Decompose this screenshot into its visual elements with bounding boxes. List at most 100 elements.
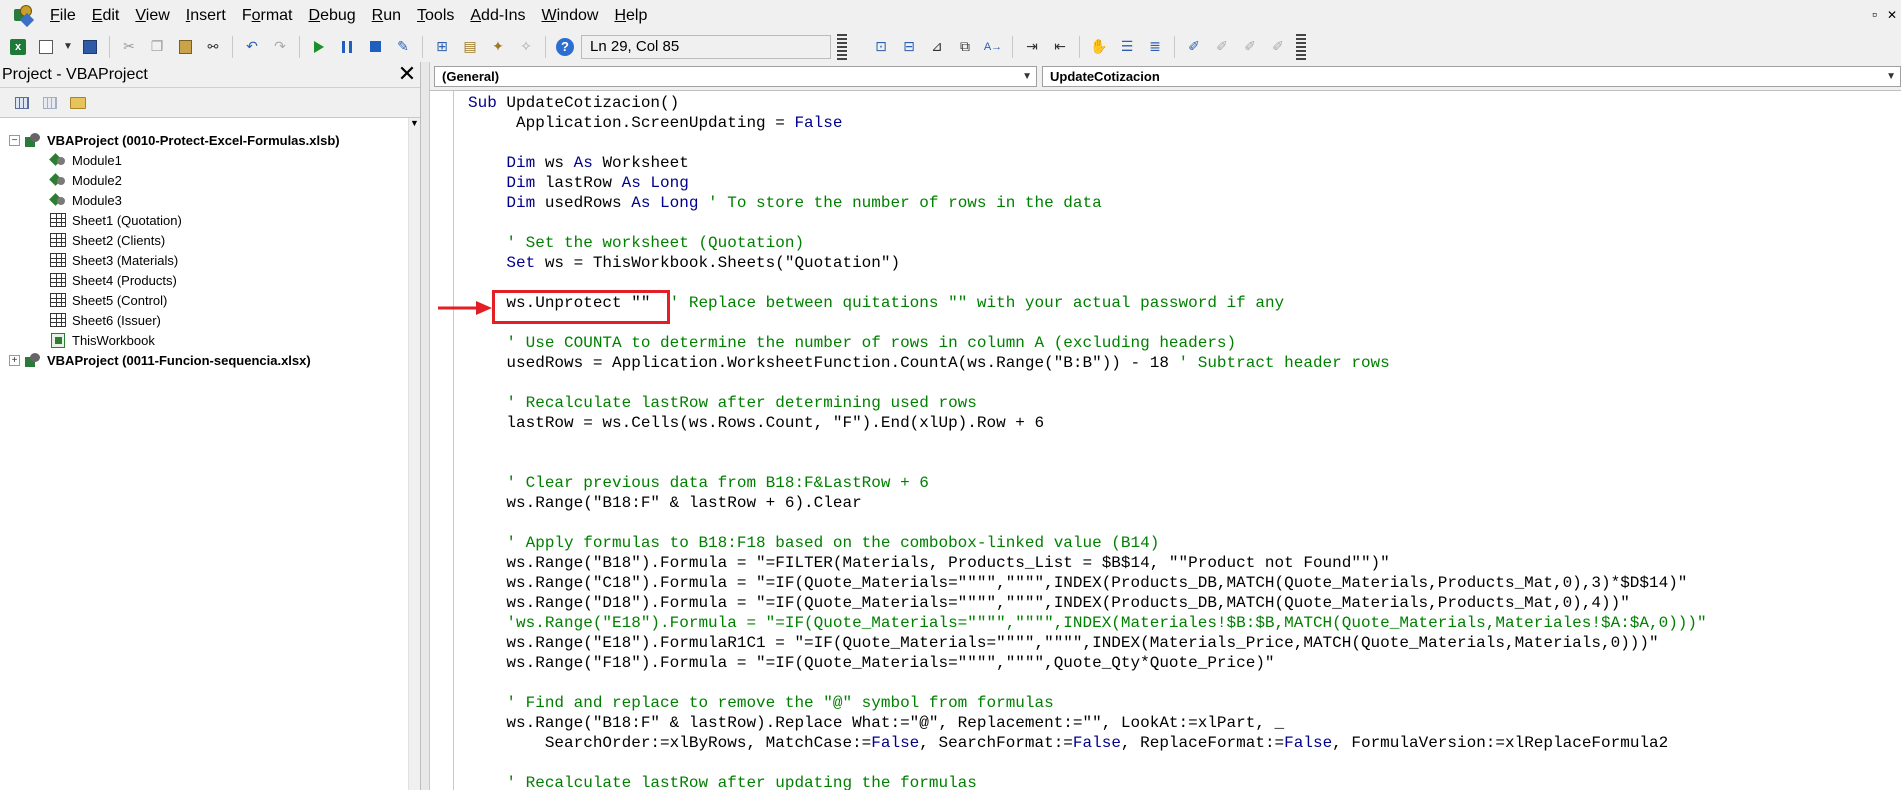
code-margin-indicator-bar[interactable]	[430, 91, 454, 790]
project-explorer-titlebar: Project - VBAProject ✕	[0, 62, 420, 88]
tree-item-module[interactable]: Module2	[0, 170, 340, 190]
tree-item-module[interactable]: Module1	[0, 150, 340, 170]
menu-file[interactable]: File	[42, 0, 84, 31]
tree-item-sheet[interactable]: Sheet6 (Issuer)	[0, 310, 340, 330]
design-mode-button[interactable]: ✎	[390, 35, 416, 59]
clear-bookmarks-button[interactable]: ✐	[1265, 35, 1291, 59]
toggle-breakpoint-button[interactable]: ✋	[1086, 35, 1112, 59]
menu-insert[interactable]: Insert	[178, 0, 234, 31]
previous-bookmark-button[interactable]: ✐	[1237, 35, 1263, 59]
copy-button[interactable]: ❐	[144, 35, 170, 59]
view-code-button[interactable]	[10, 92, 34, 114]
run-button[interactable]	[306, 35, 332, 59]
code-comment: ' To store the number of rows in the dat…	[708, 194, 1102, 212]
close-icon[interactable]: ✕	[396, 62, 418, 86]
project-glyph	[25, 132, 41, 148]
save-button[interactable]	[77, 35, 103, 59]
parameter-info-button[interactable]: ⧉	[952, 35, 978, 59]
menu-help[interactable]: Help	[606, 0, 655, 31]
complete-word-button[interactable]: A→	[980, 35, 1006, 59]
tree-item-workbook[interactable]: ThisWorkbook	[0, 330, 340, 350]
tree-item-sheet[interactable]: Sheet5 (Control)	[0, 290, 340, 310]
tree-item-label: Sheet1 (Quotation)	[72, 212, 182, 228]
tree-item-sheet[interactable]: Sheet3 (Materials)	[0, 250, 340, 270]
sheet-glyph	[50, 273, 66, 287]
view-excel-button[interactable]: x	[5, 35, 31, 59]
code-keyword: As Long	[621, 174, 689, 192]
toggle-folders-button[interactable]	[66, 92, 90, 114]
reset-button[interactable]	[362, 35, 388, 59]
menu-run[interactable]: Run	[364, 0, 409, 31]
list-properties-button[interactable]: ⊡	[868, 35, 894, 59]
code-line: lastRow = ws.Cells(ws.Rows.Count, "F").E…	[468, 413, 1707, 433]
restore-window-icon[interactable]: ▫	[1872, 6, 1877, 22]
toolbox-button[interactable]: ✧	[513, 35, 539, 59]
break-button[interactable]	[334, 35, 360, 59]
code-line: ws.Range("B18:F" & lastRow + 6).Clear	[468, 493, 1707, 513]
list-constants-icon: ⊟	[903, 38, 915, 54]
object-combo[interactable]: (General) ▼	[434, 66, 1037, 87]
menu-format[interactable]: Format	[234, 0, 301, 31]
uncomment-block-button[interactable]: ≣	[1142, 35, 1168, 59]
scroll-down-icon[interactable]: ▼	[410, 118, 419, 128]
insert-dropdown-button[interactable]: ▼	[61, 35, 75, 59]
project-explorer-scrollbar[interactable]: ▼	[408, 118, 420, 790]
project-explorer-button[interactable]: ⊞	[429, 35, 455, 59]
indent-icon: ⇥	[1026, 38, 1038, 54]
code-window-header: (General) ▼ UpdateCotizacion ▼	[430, 62, 1901, 91]
pane-splitter[interactable]	[421, 62, 430, 790]
redo-button[interactable]: ↷	[267, 35, 293, 59]
next-bookmark-button[interactable]: ✐	[1209, 35, 1235, 59]
insert-userform-button[interactable]	[33, 35, 59, 59]
cut-button[interactable]: ✂	[116, 35, 142, 59]
quick-info-button[interactable]: ⊿	[924, 35, 950, 59]
collapse-icon[interactable]: −	[9, 134, 20, 146]
annotation-highlight-box	[492, 290, 670, 324]
tree-item-module[interactable]: Module3	[0, 190, 340, 210]
vba-app-icon[interactable]	[12, 4, 35, 27]
complete-word-icon: A→	[983, 40, 1003, 53]
code-text: ws.Range("F18").Formula = "=IF(Quote_Mat…	[468, 654, 1275, 672]
save-icon	[83, 39, 97, 54]
menu-add-ins[interactable]: Add-Ins	[462, 0, 533, 31]
code-line: Dim ws As Worksheet	[468, 153, 1707, 173]
menu-tools[interactable]: Tools	[409, 0, 462, 31]
code-keyword: Set	[506, 254, 545, 272]
code-text: ws.Range("C18").Formula = "=IF(Quote_Mat…	[468, 574, 1688, 592]
view-object-button[interactable]	[38, 92, 62, 114]
chevron-down-icon[interactable]: ▼	[1022, 67, 1032, 86]
tree-item-project[interactable]: − VBAProject (0010-Protect-Excel-Formulas…	[0, 130, 340, 150]
toolbar-grip[interactable]	[837, 33, 847, 60]
undo-button[interactable]: ↶	[239, 35, 265, 59]
toolbar-grip[interactable]	[1296, 33, 1306, 60]
expand-icon[interactable]: +	[9, 354, 20, 366]
tree-item-sheet[interactable]: Sheet4 (Products)	[0, 270, 340, 290]
menu-debug[interactable]: Debug	[301, 0, 364, 31]
code-line: ws.Range("F18").Formula = "=IF(Quote_Mat…	[468, 653, 1707, 673]
project-glyph	[25, 352, 41, 368]
tree-item-sheet[interactable]: Sheet1 (Quotation)	[0, 210, 340, 230]
comment-block-button[interactable]: ☰	[1114, 35, 1140, 59]
tree-item-sheet[interactable]: Sheet2 (Clients)	[0, 230, 340, 250]
menu-edit[interactable]: Edit	[84, 0, 128, 31]
outdent-button[interactable]: ⇤	[1047, 35, 1073, 59]
tree-item-label: Sheet4 (Products)	[72, 272, 177, 288]
properties-window-button[interactable]: ▤	[457, 35, 483, 59]
find-button[interactable]: ⚯	[200, 35, 226, 59]
list-constants-button[interactable]: ⊟	[896, 35, 922, 59]
code-editor[interactable]: Sub UpdateCotizacion() Application.Scree…	[430, 91, 1901, 790]
tree-item-project[interactable]: + VBAProject (0011-Funcion-sequencia.xlsx…	[0, 350, 340, 370]
code-keyword: Dim	[506, 194, 545, 212]
close-window-icon[interactable]: ✕	[1887, 8, 1897, 22]
indent-button[interactable]: ⇥	[1019, 35, 1045, 59]
paste-button[interactable]	[172, 35, 198, 59]
procedure-combo[interactable]: UpdateCotizacion ▼	[1042, 66, 1901, 87]
properties-icon: ▤	[463, 38, 477, 54]
help-button[interactable]: ?	[552, 35, 578, 59]
object-browser-button[interactable]: ✦	[485, 35, 511, 59]
toggle-bookmark-button[interactable]: ✐	[1181, 35, 1207, 59]
menu-view[interactable]: View	[127, 0, 177, 31]
menu-window[interactable]: Window	[534, 0, 607, 31]
chevron-down-icon[interactable]: ▼	[1886, 67, 1896, 86]
